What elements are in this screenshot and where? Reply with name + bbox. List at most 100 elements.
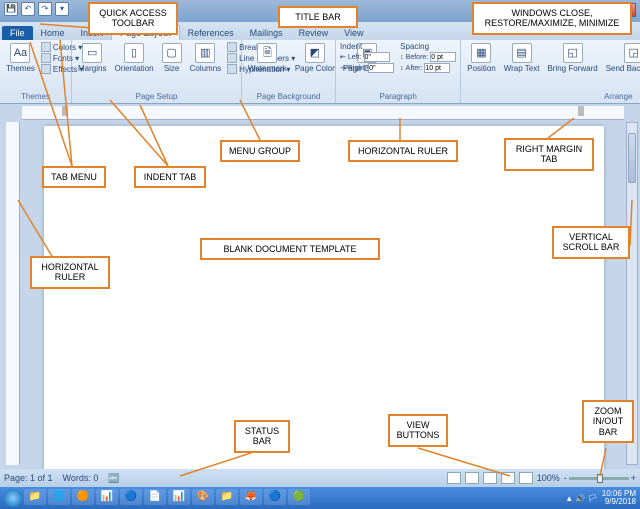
view-full-screen-button[interactable] bbox=[465, 472, 479, 484]
ribbon: Aa Themes Colors ▾ Fonts ▾ Effects ▾ The… bbox=[0, 40, 640, 104]
position-button[interactable]: ▦Position bbox=[465, 42, 497, 74]
right-margin-tab[interactable] bbox=[578, 106, 584, 116]
indent-header: Indent bbox=[340, 42, 394, 51]
left-margin-tab[interactable] bbox=[62, 106, 68, 116]
group-label: Themes bbox=[4, 91, 67, 101]
task-app[interactable]: 🦊 bbox=[240, 489, 262, 505]
task-app[interactable]: 🟠 bbox=[72, 489, 94, 505]
system-tray[interactable]: ▲ 🔊 🏳 10:06 PM 9/9/2018 bbox=[565, 490, 636, 506]
callout-indent: INDENT TAB bbox=[134, 166, 206, 188]
watermark-button[interactable]: 🗎Watermark bbox=[246, 42, 289, 74]
spacing-header: Spacing bbox=[400, 42, 456, 51]
orientation-button[interactable]: ▯Orientation bbox=[112, 42, 155, 74]
zoom-out-icon[interactable]: - bbox=[564, 473, 567, 483]
page-color-icon: ◩ bbox=[305, 43, 325, 63]
qat-save-icon[interactable]: 💾 bbox=[4, 2, 18, 16]
status-page[interactable]: Page: 1 of 1 bbox=[4, 473, 53, 484]
windows-taskbar: 📁 🌐 🟠 📊 🔵 📄 📊 🎨 📁 🦊 🔵 🟢 ▲ 🔊 🏳 10:06 PM 9… bbox=[0, 487, 640, 509]
orientation-icon: ▯ bbox=[124, 43, 144, 63]
wrap-icon: ▤ bbox=[512, 43, 532, 63]
page-color-button[interactable]: ◩Page Color bbox=[293, 42, 337, 74]
zoom-thumb[interactable] bbox=[597, 474, 603, 483]
horizontal-ruler[interactable] bbox=[22, 106, 624, 120]
task-app[interactable]: 🔵 bbox=[264, 489, 286, 505]
task-app[interactable]: 📁 bbox=[216, 489, 238, 505]
themes-label: Themes bbox=[6, 64, 35, 73]
quick-access-toolbar: 💾 ↶ ↷ ▾ bbox=[4, 2, 69, 16]
status-lang[interactable]: 🔤 bbox=[108, 473, 119, 484]
callout-blank: BLANK DOCUMENT TEMPLATE bbox=[200, 238, 380, 260]
columns-button[interactable]: ▥Columns bbox=[188, 42, 224, 74]
group-label: Page Setup bbox=[76, 91, 237, 101]
callout-window-controls: WINDOWS CLOSE,RESTORE/MAXIMIZE, MINIMIZE bbox=[472, 2, 632, 35]
task-app[interactable]: 🟢 bbox=[288, 489, 310, 505]
vertical-ruler[interactable] bbox=[6, 122, 20, 465]
margins-icon: ▭ bbox=[82, 43, 102, 63]
callout-qat: QUICK ACCESSTOOLBAR bbox=[88, 2, 178, 35]
scroll-thumb[interactable] bbox=[628, 133, 636, 183]
task-app[interactable]: 📄 bbox=[144, 489, 166, 505]
zoom-percent[interactable]: 100% bbox=[537, 473, 560, 483]
group-arrange: ▦Position ▤Wrap Text ◱Bring Forward ◲Sen… bbox=[461, 40, 640, 103]
columns-icon: ▥ bbox=[195, 43, 215, 63]
view-web-layout-button[interactable] bbox=[483, 472, 497, 484]
status-bar: Page: 1 of 1 Words: 0 🔤 100% - + bbox=[0, 469, 640, 487]
zoom-in-icon[interactable]: + bbox=[631, 473, 636, 483]
view-draft-button[interactable] bbox=[519, 472, 533, 484]
callout-tab-menu: TAB MENU bbox=[42, 166, 106, 188]
task-app[interactable]: 📊 bbox=[168, 489, 190, 505]
callout-menu-group: MENU GROUP bbox=[220, 140, 300, 162]
task-app[interactable]: 🎨 bbox=[192, 489, 214, 505]
tab-file[interactable]: File bbox=[2, 26, 33, 40]
callout-statusbar: STATUSBAR bbox=[234, 420, 290, 453]
qat-undo-icon[interactable]: ↶ bbox=[21, 2, 35, 16]
watermark-icon: 🗎 bbox=[257, 43, 277, 63]
margins-button[interactable]: ▭Margins bbox=[76, 42, 108, 74]
callout-hruler: HORIZONTAL RULER bbox=[348, 140, 458, 162]
spacing-after-input[interactable] bbox=[424, 63, 450, 73]
qat-redo-icon[interactable]: ↷ bbox=[38, 2, 52, 16]
callout-zoom: ZOOMIN/OUTBAR bbox=[582, 400, 634, 443]
group-page-setup: ▭Margins ▯Orientation ▢Size ▥Columns Bre… bbox=[72, 40, 242, 103]
group-paragraph: Indent ⇤Left: ⇥Right: Spacing ↕Before: ↕… bbox=[336, 40, 461, 103]
view-outline-button[interactable] bbox=[501, 472, 515, 484]
callout-rmargin: RIGHT MARGINTAB bbox=[504, 138, 594, 171]
start-button[interactable] bbox=[4, 489, 22, 507]
view-print-layout-button[interactable] bbox=[447, 472, 461, 484]
tray-date: 9/9/2018 bbox=[602, 498, 636, 506]
tab-references[interactable]: References bbox=[180, 26, 242, 40]
forward-icon: ◱ bbox=[563, 43, 583, 63]
group-themes: Aa Themes Colors ▾ Fonts ▾ Effects ▾ The… bbox=[0, 40, 72, 103]
indent-left-input[interactable] bbox=[364, 52, 390, 62]
position-icon: ▦ bbox=[471, 43, 491, 63]
send-backward-button[interactable]: ◲Send Backward bbox=[604, 42, 640, 74]
backward-icon: ◲ bbox=[624, 43, 640, 63]
task-app[interactable]: 🌐 bbox=[48, 489, 70, 505]
task-app[interactable]: 🔵 bbox=[120, 489, 142, 505]
status-words[interactable]: Words: 0 bbox=[63, 473, 99, 484]
qat-customize-icon[interactable]: ▾ bbox=[55, 2, 69, 16]
callout-vruler: HORIZONTALRULER bbox=[30, 256, 110, 289]
wrap-text-button[interactable]: ▤Wrap Text bbox=[502, 42, 542, 74]
themes-icon: Aa bbox=[10, 43, 30, 63]
task-app[interactable]: 📁 bbox=[24, 489, 46, 505]
themes-button[interactable]: Aa Themes bbox=[4, 42, 37, 74]
callout-title: TITLE BAR bbox=[278, 6, 358, 28]
size-button[interactable]: ▢Size bbox=[160, 42, 184, 74]
indent-right-input[interactable] bbox=[368, 63, 394, 73]
group-label: Page Background bbox=[246, 91, 331, 101]
group-label: Paragraph bbox=[340, 91, 456, 101]
zoom-track[interactable] bbox=[569, 477, 629, 480]
callout-viewbtns: VIEWBUTTONS bbox=[388, 414, 448, 447]
task-app[interactable]: 📊 bbox=[96, 489, 118, 505]
indent-controls: Indent ⇤Left: ⇥Right: bbox=[340, 42, 394, 74]
spacing-controls: Spacing ↕Before: ↕After: bbox=[400, 42, 456, 74]
callout-vscroll: VERTICALSCROLL BAR bbox=[552, 226, 630, 259]
group-label: Arrange bbox=[465, 91, 640, 101]
spacing-before-input[interactable] bbox=[430, 52, 456, 62]
zoom-slider[interactable]: - + bbox=[564, 473, 636, 483]
tab-home[interactable]: Home bbox=[33, 26, 73, 40]
size-icon: ▢ bbox=[162, 43, 182, 63]
bring-forward-button[interactable]: ◱Bring Forward bbox=[545, 42, 599, 74]
document-page[interactable] bbox=[44, 126, 604, 491]
